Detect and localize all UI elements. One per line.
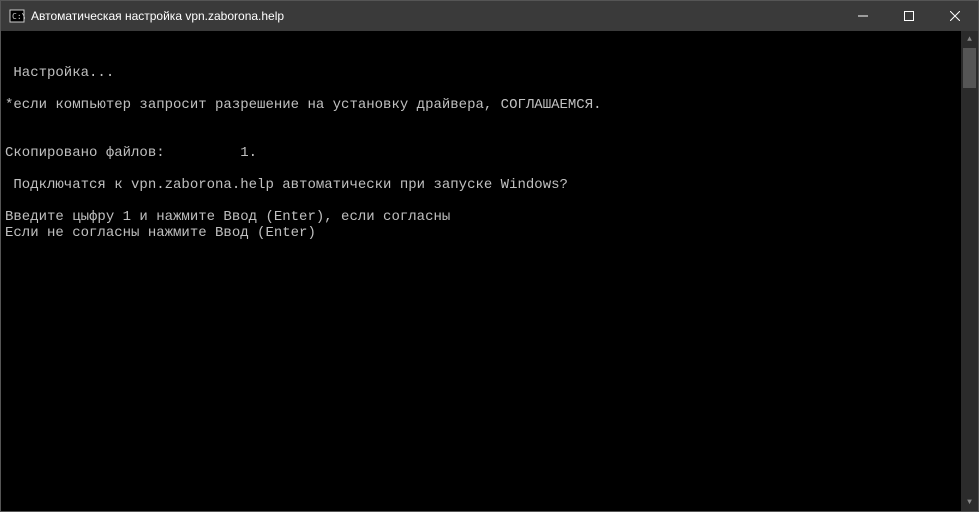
cmd-icon: C:\	[9, 8, 25, 24]
close-button[interactable]	[932, 1, 978, 31]
window-title: Автоматическая настройка vpn.zaborona.he…	[31, 9, 840, 23]
console-output[interactable]: Настройка... *если компьютер запросит ра…	[1, 31, 978, 511]
scrollbar-thumb[interactable]	[963, 48, 976, 88]
window-titlebar: C:\ Автоматическая настройка vpn.zaboron…	[1, 1, 978, 31]
maximize-button[interactable]	[886, 1, 932, 31]
svg-text:C:\: C:\	[12, 12, 25, 21]
scroll-up-arrow[interactable]: ▲	[961, 31, 978, 48]
minimize-button[interactable]	[840, 1, 886, 31]
scroll-down-arrow[interactable]: ▼	[961, 494, 978, 511]
console-area: Настройка... *если компьютер запросит ра…	[1, 31, 978, 511]
window-controls	[840, 1, 978, 31]
vertical-scrollbar[interactable]: ▲ ▼	[961, 31, 978, 511]
